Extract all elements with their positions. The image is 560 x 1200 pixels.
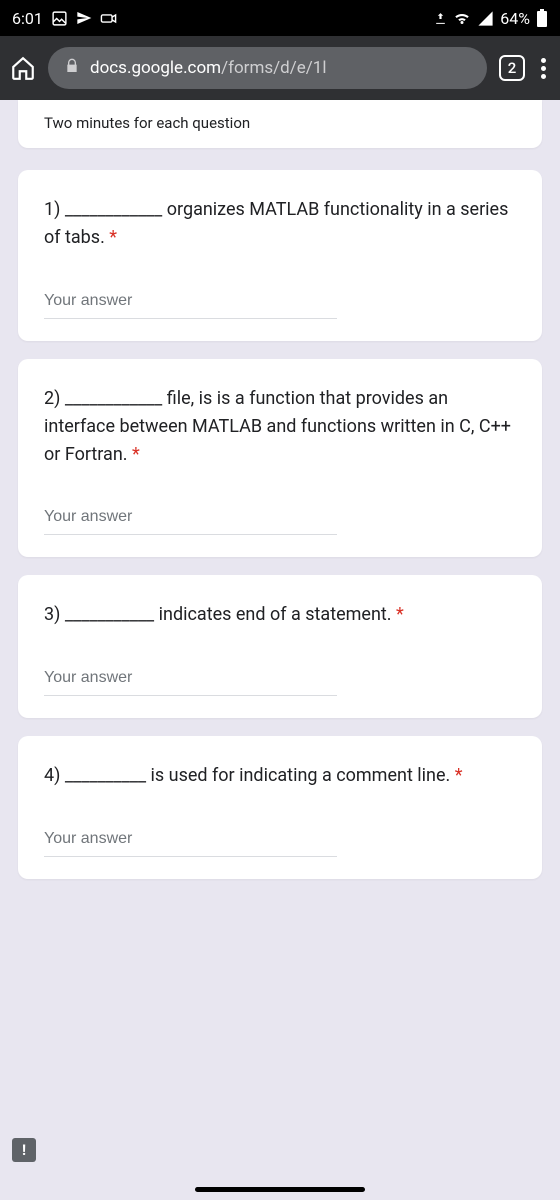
wifi-icon [453, 9, 471, 27]
answer-input[interactable] [44, 826, 337, 857]
answer-input[interactable] [44, 504, 337, 535]
form-header-card: Two minutes for each question [18, 100, 542, 148]
form-subtitle: Two minutes for each question [44, 114, 516, 132]
url-text: docs.google.com/forms/d/e/1l [90, 58, 326, 78]
question-text: 2) ____________ file, is is a function t… [44, 385, 516, 469]
status-bar: 6:01 64% [0, 0, 560, 36]
question-text: 3) ___________ indicates end of a statem… [44, 601, 516, 629]
alert-badge[interactable]: ! [12, 1138, 36, 1162]
send-icon [76, 10, 92, 26]
address-bar[interactable]: docs.google.com/forms/d/e/1l [48, 47, 487, 89]
nav-gesture-bar[interactable] [195, 1187, 365, 1192]
upload-icon [434, 12, 447, 25]
home-button[interactable] [10, 55, 36, 81]
browser-bar: docs.google.com/forms/d/e/1l 2 [0, 36, 560, 100]
question-text: 1) ____________ organizes MATLAB functio… [44, 196, 516, 252]
battery-text: 64% [500, 9, 530, 28]
answer-input[interactable] [44, 665, 337, 696]
status-time: 6:01 [12, 9, 43, 28]
question-card: 2) ____________ file, is is a function t… [18, 359, 542, 558]
question-text: 4) __________ is used for indicating a c… [44, 762, 516, 790]
question-card: 1) ____________ organizes MATLAB functio… [18, 170, 542, 341]
question-card: 3) ___________ indicates end of a statem… [18, 575, 542, 718]
battery-icon [536, 9, 548, 27]
signal-icon [477, 10, 494, 27]
image-icon [51, 10, 68, 27]
camera-icon [100, 10, 117, 27]
tabs-button[interactable]: 2 [499, 55, 525, 81]
more-menu-button[interactable] [537, 54, 550, 83]
lock-icon [64, 58, 80, 79]
answer-input[interactable] [44, 288, 337, 319]
question-card: 4) __________ is used for indicating a c… [18, 736, 542, 879]
